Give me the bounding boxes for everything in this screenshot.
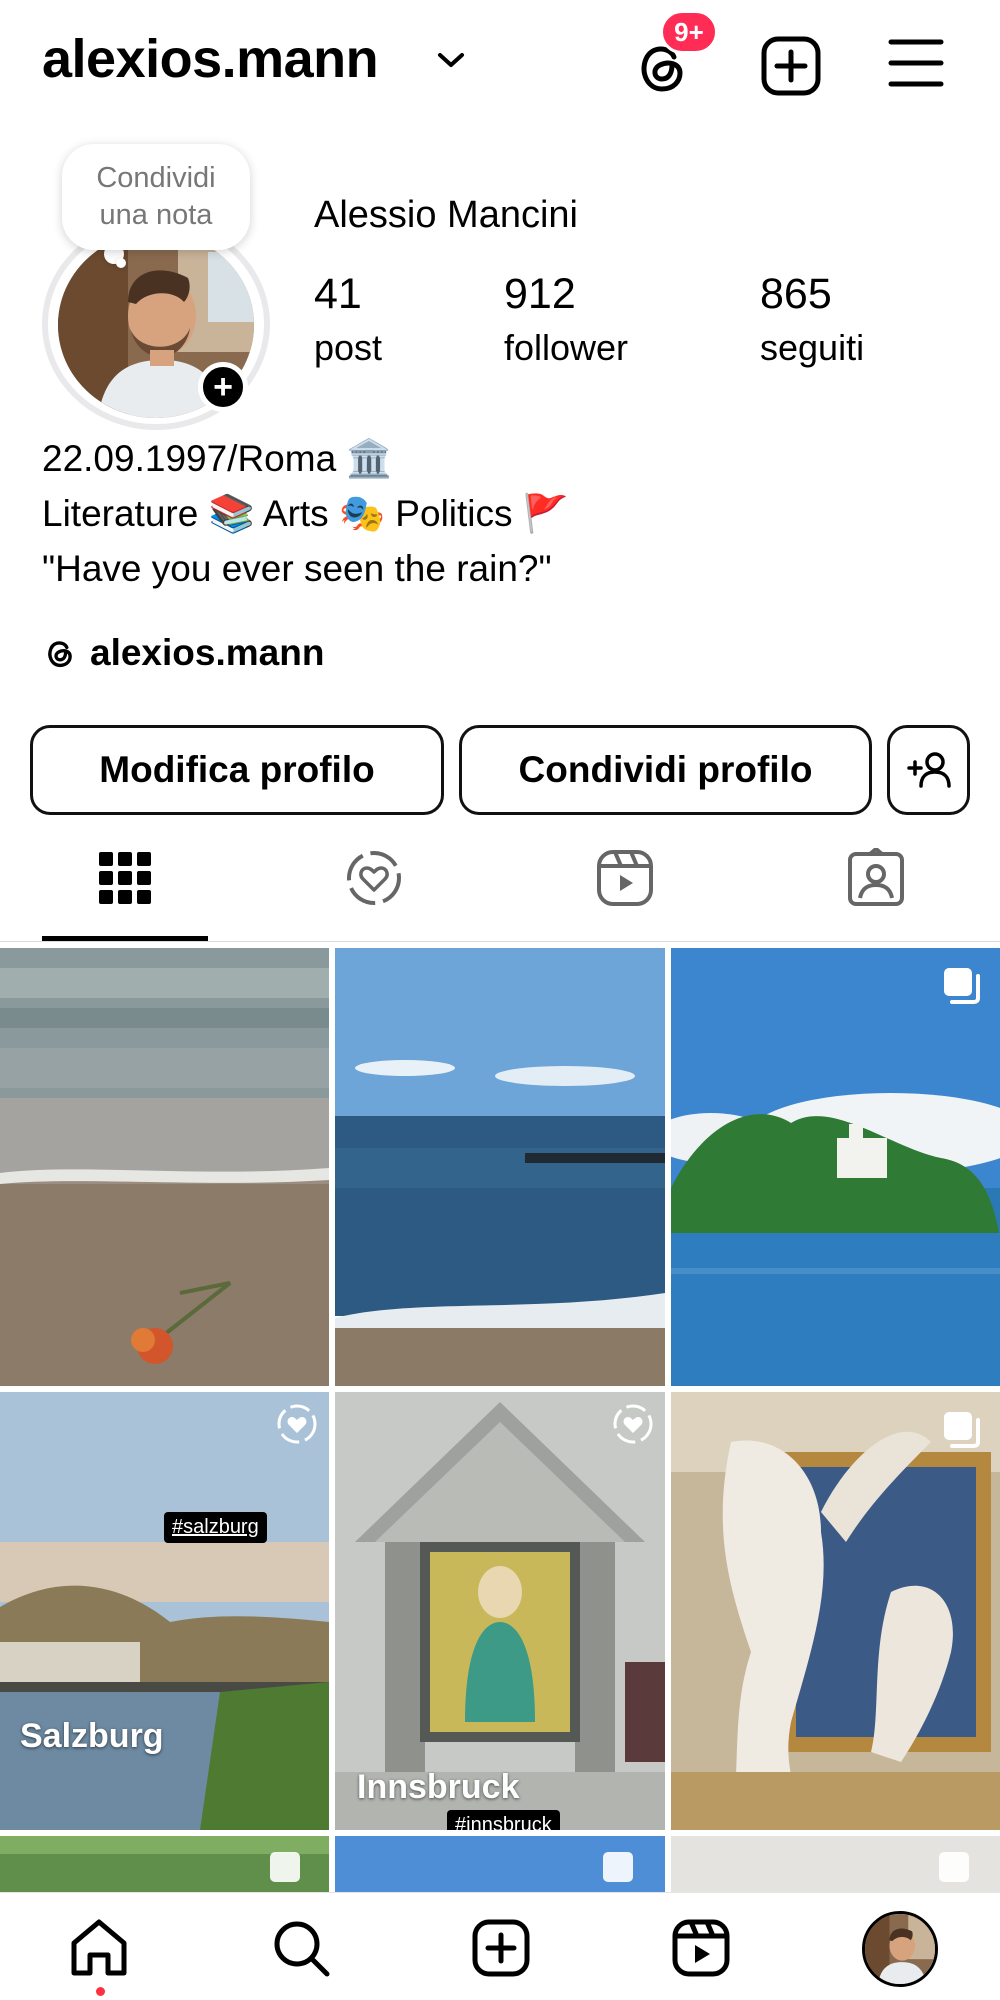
post-thumbnail-sea[interactable] xyxy=(335,948,665,1386)
post-thumbnail-partial-3[interactable] xyxy=(671,1836,1000,1892)
edit-profile-button[interactable]: Modifica profilo xyxy=(30,725,444,815)
stat-posts-label: post xyxy=(314,327,383,368)
post-location-salzburg: Salzburg xyxy=(20,1717,164,1755)
threads-small-icon xyxy=(48,641,72,668)
threads-profile-link[interactable]: alexios.mann xyxy=(42,628,324,678)
stat-following-value: 865 xyxy=(760,270,832,318)
profile-avatar-nav[interactable] xyxy=(862,1911,938,1987)
carousel-icon xyxy=(944,968,980,1004)
tagged-tab-icon[interactable] xyxy=(846,848,906,908)
post-thumbnail-innsbruck[interactable]: Innsbruck #innsbruck xyxy=(335,1392,665,1830)
home-notification-dot xyxy=(96,1987,105,1996)
threads-handle: alexios.mann xyxy=(90,632,325,673)
reels-icon[interactable] xyxy=(670,1917,732,1979)
bottom-navigation xyxy=(0,1892,1000,2000)
reels-tab-icon[interactable] xyxy=(595,848,655,908)
post-thumbnail-lake[interactable] xyxy=(671,948,1000,1386)
reposts-tab-icon[interactable] xyxy=(344,848,404,908)
bio-line-3: "Have you ever seen the rain?" xyxy=(42,548,552,589)
repost-icon xyxy=(613,1404,653,1444)
post-hashtag-innsbruck: #innsbruck xyxy=(447,1810,560,1830)
post-thumbnail-statue[interactable] xyxy=(671,1392,1000,1830)
home-icon[interactable] xyxy=(68,1917,130,1979)
profile-full-name: Alessio Mancini xyxy=(314,194,578,236)
note-line-2: una nota xyxy=(99,199,213,231)
bio-line-2: Literature 📚 Arts 🎭 Politics 🚩 xyxy=(42,493,569,534)
share-note-bubble[interactable]: Condividi una nota xyxy=(62,144,250,250)
account-switcher-username[interactable]: alexios.mann xyxy=(42,28,379,90)
post-hashtag-salzburg: #salzburg xyxy=(164,1512,267,1543)
chevron-down-icon[interactable] xyxy=(436,50,466,70)
post-thumbnail-partial-2[interactable] xyxy=(335,1836,665,1892)
post-thumbnail-salzburg[interactable]: #salzburg Salzburg xyxy=(0,1392,329,1830)
bio-line-1: 22.09.1997/Roma 🏛️ xyxy=(42,438,393,479)
top-bar: alexios.mann 9+ xyxy=(0,0,1000,125)
create-post-icon[interactable] xyxy=(470,1917,532,1979)
tab-divider xyxy=(0,941,1000,942)
note-line-1: Condividi xyxy=(96,162,216,194)
stat-following-label: seguiti xyxy=(760,327,865,368)
stat-posts-value: 41 xyxy=(314,270,362,318)
share-profile-button[interactable]: Condividi profilo xyxy=(459,725,872,815)
post-thumbnail-partial-1[interactable] xyxy=(0,1836,329,1892)
repost-icon xyxy=(277,1404,317,1444)
stat-followers-value: 912 xyxy=(504,270,576,318)
stat-followers[interactable]: 912 follower xyxy=(504,268,628,376)
notification-badge: 9+ xyxy=(660,10,718,54)
search-icon[interactable] xyxy=(270,1917,332,1979)
stat-posts[interactable]: 41 post xyxy=(314,268,382,376)
grid-tab-icon[interactable] xyxy=(95,848,155,908)
hamburger-menu-icon[interactable] xyxy=(888,36,944,90)
new-post-icon[interactable] xyxy=(760,35,822,97)
carousel-icon xyxy=(944,1412,980,1448)
stat-following[interactable]: 865 seguiti xyxy=(760,268,864,376)
post-thumbnail-beach[interactable] xyxy=(0,948,329,1386)
discover-people-button[interactable] xyxy=(887,725,970,815)
add-story-button[interactable]: + xyxy=(198,362,248,412)
stat-followers-label: follower xyxy=(504,327,629,368)
post-location-innsbruck: Innsbruck xyxy=(357,1768,520,1806)
note-bubble-tail-small xyxy=(116,258,126,268)
add-person-icon xyxy=(906,752,951,788)
